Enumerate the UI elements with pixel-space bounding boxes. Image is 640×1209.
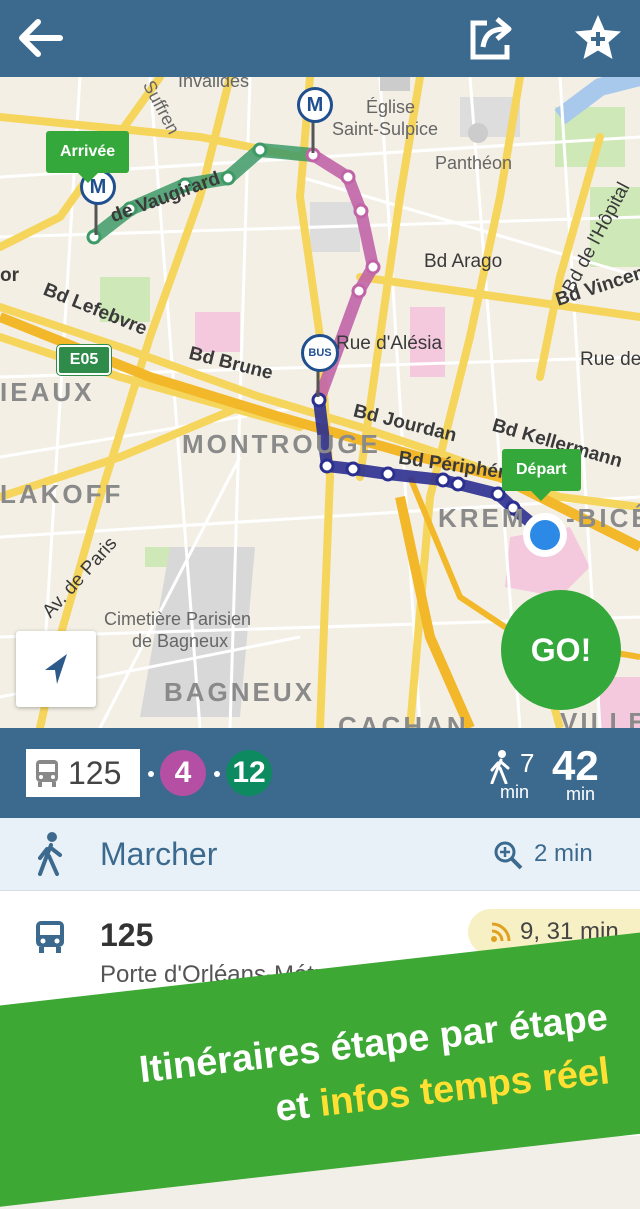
map-label-saint-sulpice: Saint-Sulpice: [332, 119, 439, 139]
map-label-cimetiere-2: de Bagneux: [132, 631, 229, 651]
arrivee-callout[interactable]: Arrivée: [46, 131, 130, 183]
step-duration: 2 min: [534, 840, 593, 867]
realtime-signal-icon: [491, 922, 511, 942]
metro-line-4-badge: 4: [160, 750, 206, 796]
step-title: Marcher: [100, 836, 218, 872]
total-duration: 42: [552, 742, 599, 789]
map-label-rue-alesia: Rue d'Alésia: [336, 333, 443, 354]
road-badge-e05: E05: [57, 345, 111, 375]
zoom-in-icon[interactable]: [493, 840, 523, 870]
navigation-arrow-icon: [45, 654, 67, 684]
bus-icon: [36, 921, 64, 953]
route-summary-bar[interactable]: 125 4 12 7 min 42 min: [0, 728, 640, 818]
map-label-kremlin: KREM: [438, 503, 527, 533]
map-label-invalides: Invalides: [178, 77, 250, 91]
back-button[interactable]: [10, 10, 70, 66]
walking-person-icon: [490, 750, 510, 784]
metro-line-12-badge: 12: [226, 750, 272, 796]
total-unit: min: [566, 784, 596, 804]
map-label-cachan: CACHAN: [338, 711, 469, 728]
share-button[interactable]: [462, 10, 522, 66]
bus-line-chip: 125: [26, 749, 140, 797]
step-walk[interactable]: Marcher 2 min: [0, 818, 640, 891]
walking-person-icon: [38, 832, 62, 876]
map-label-vanves: IEAUX: [0, 377, 95, 407]
bus-icon: [36, 760, 58, 787]
walk-minutes: 7: [520, 748, 535, 778]
star-plus-icon: [575, 15, 621, 59]
arrow-left-icon: [19, 19, 63, 57]
top-bar: [0, 0, 640, 77]
share-icon: [470, 17, 512, 60]
walk-unit: min: [500, 782, 530, 802]
map-label-ville: VILLE: [560, 707, 640, 728]
go-button[interactable]: GO!: [501, 590, 621, 710]
map-label-malakoff: LAKOFF: [0, 479, 124, 509]
map-label-rue-de: Rue de: [580, 349, 640, 370]
bus-marker[interactable]: BUS: [301, 334, 339, 372]
separator-dot: [148, 771, 154, 777]
map-label-pantheon: Panthéon: [435, 153, 513, 173]
locate-me-button[interactable]: [16, 631, 96, 707]
promo-line-2-prefix: et: [273, 1084, 312, 1131]
depart-callout[interactable]: Départ: [502, 449, 581, 501]
map-label-montrouge: MONTROUGE: [182, 429, 381, 459]
step-bus-line: 125: [100, 917, 154, 953]
separator-dot: [214, 771, 220, 777]
favorite-button[interactable]: [568, 10, 628, 66]
map-label-bagneux: BAGNEUX: [164, 677, 316, 707]
bus-line-number: 125: [68, 754, 122, 791]
map-label-eglise: Église: [366, 97, 416, 117]
map-label-or: or: [0, 265, 19, 286]
map-label-cimetiere: Cimetière Parisien: [104, 609, 252, 629]
metro-marker-transfer[interactable]: M: [297, 87, 333, 123]
map-label-bd-arago: Bd Arago: [424, 251, 503, 272]
map-label-bicetre: -BICÊ: [566, 503, 640, 533]
